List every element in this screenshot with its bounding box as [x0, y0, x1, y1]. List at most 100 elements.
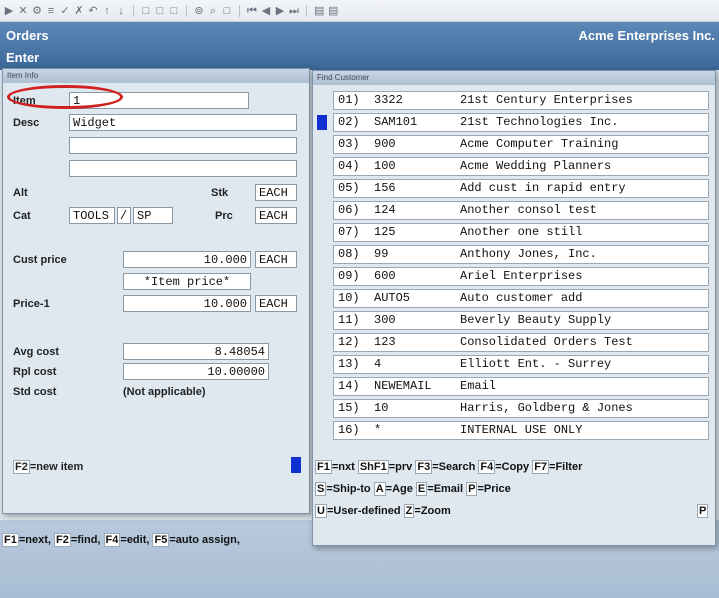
down-icon[interactable]: ↓ [116, 0, 126, 22]
customer-row-name: Email [460, 379, 497, 393]
customer-row[interactable]: 01) 3322 21st Century Enterprises [333, 91, 709, 110]
item-window-titlebar: Item Info [3, 69, 309, 83]
stk-input[interactable]: EACH [255, 184, 297, 201]
customer-row-code: AUTO5 [374, 291, 411, 305]
customer-row-name: Add cust in rapid entry [460, 181, 626, 195]
up-icon[interactable]: ↑ [102, 0, 112, 22]
key-a[interactable]: A [373, 482, 386, 496]
key-f5[interactable]: F5 [152, 533, 170, 547]
company-name: Acme Enterprises Inc. [578, 28, 715, 43]
first-icon[interactable]: ⏮ [247, 0, 257, 22]
play-icon[interactable]: ▶ [4, 0, 14, 22]
key-f1[interactable]: F1 [2, 533, 19, 547]
customer-row-number: 15) [338, 401, 360, 415]
customer-row-name: 21st Technologies Inc. [460, 115, 619, 129]
customer-row-name: INTERNAL USE ONLY [460, 423, 583, 437]
gear-icon[interactable]: ⚙ [32, 0, 42, 22]
square-icon[interactable]: □ [141, 0, 151, 22]
customer-row[interactable]: 15) 10 Harris, Goldberg & Jones [333, 399, 709, 418]
cat-input[interactable]: TOOLS [69, 207, 115, 224]
customer-row-code: 100 [374, 159, 396, 173]
customer-row-number: 14) [338, 379, 360, 393]
binoculars-icon[interactable]: ⊚ [194, 0, 204, 22]
item-input[interactable]: 1 [69, 92, 249, 109]
customer-row-code: 600 [374, 269, 396, 283]
customer-row-number: 16) [338, 423, 360, 437]
key-z[interactable]: Z [403, 504, 415, 518]
customer-row-number: 12) [338, 335, 360, 349]
customer-row[interactable]: 05) 156 Add cust in rapid entry [333, 179, 709, 198]
corner-key-label[interactable]: P [697, 504, 709, 518]
key-f4[interactable]: F4 [103, 533, 121, 547]
key-f1[interactable]: F1 [315, 460, 332, 474]
price1-input[interactable]: 10.000 [123, 295, 251, 312]
close-icon[interactable]: ✕ [18, 0, 28, 22]
customer-row-number: 03) [338, 137, 360, 151]
cat-sub-input[interactable]: SP [133, 207, 173, 224]
undo-icon[interactable]: ↶ [88, 0, 98, 22]
key-f7[interactable]: F7 [532, 460, 550, 474]
customer-row-number: 08) [338, 247, 360, 261]
square-icon[interactable]: □ [155, 0, 165, 22]
cust-price-input[interactable]: 10.000 [123, 251, 251, 268]
page-icon[interactable]: ▤ [328, 0, 338, 22]
customer-keys-line2: S =Ship-to A =Age E =Email P =Price [315, 482, 511, 496]
app-header: Orders Enter Acme Enterprises Inc. [0, 22, 719, 70]
customer-row[interactable]: 07) 125 Another one still [333, 223, 709, 242]
key-p[interactable]: P [466, 482, 478, 496]
customer-row-code: 124 [374, 203, 396, 217]
customer-row[interactable]: 13) 4 Elliott Ent. - Surrey [333, 355, 709, 374]
customer-keys-line3: U =User-defined Z =Zoom [315, 504, 451, 518]
customer-row[interactable]: 09) 600 Ariel Enterprises [333, 267, 709, 286]
customer-row[interactable]: 16) * INTERNAL USE ONLY [333, 421, 709, 440]
key-u[interactable]: U [315, 504, 327, 518]
customer-row[interactable]: 02) SAM101 21st Technologies Inc. [333, 113, 709, 132]
key-f4[interactable]: F4 [478, 460, 496, 474]
desc-input-1[interactable]: Widget [69, 114, 297, 131]
corner-key[interactable]: P [697, 504, 709, 518]
key-hint-text: =Age [385, 483, 416, 495]
desc-input-3[interactable] [69, 160, 297, 177]
key-hint-text: =edit, [120, 534, 153, 546]
key-f3[interactable]: F3 [415, 460, 433, 474]
square-icon[interactable]: □ [169, 0, 179, 22]
desc-label: Desc [13, 117, 40, 129]
desc-input-2[interactable] [69, 137, 297, 154]
customer-row[interactable]: 12) 123 Consolidated Orders Test [333, 333, 709, 352]
customer-window-titlebar: Find Customer [313, 71, 715, 85]
page-icon[interactable]: ▤ [314, 0, 324, 22]
key-hint-text: =Ship-to [326, 483, 374, 495]
key-f2[interactable]: F2 [54, 533, 71, 547]
customer-row[interactable]: 03) 900 Acme Computer Training [333, 135, 709, 154]
customer-row[interactable]: 14) NEWEMAIL Email [333, 377, 709, 396]
key-shf1[interactable]: ShF1 [357, 460, 389, 474]
customer-row-name: Consolidated Orders Test [460, 335, 633, 349]
price1-uom[interactable]: EACH [255, 295, 297, 312]
prev-icon[interactable]: ◀ [261, 0, 271, 22]
cust-price-uom[interactable]: EACH [255, 251, 297, 268]
customer-row[interactable]: 04) 100 Acme Wedding Planners [333, 157, 709, 176]
key-e[interactable]: E [415, 482, 428, 496]
list-icon[interactable]: ≡ [46, 0, 56, 22]
rpl-cost-value: 10.00000 [123, 363, 269, 380]
key-s[interactable]: S [315, 482, 327, 496]
customer-row-number: 11) [338, 313, 360, 327]
customer-row[interactable]: 08) 99 Anthony Jones, Inc. [333, 245, 709, 264]
key-hint-text: =next, [18, 534, 54, 546]
key-hint-text: =Search [432, 461, 479, 473]
customer-row-name: 21st Century Enterprises [460, 93, 633, 107]
last-icon[interactable]: ⏭ [289, 0, 299, 22]
search-icon[interactable]: ⌕ [208, 0, 218, 22]
customer-row[interactable]: 11) 300 Beverly Beauty Supply [333, 311, 709, 330]
customer-row[interactable]: 10) AUTO5 Auto customer add [333, 289, 709, 308]
check-icon[interactable]: ✓ [60, 0, 70, 22]
x-icon[interactable]: ✗ [74, 0, 84, 22]
square-icon[interactable]: □ [222, 0, 232, 22]
f2-key[interactable]: F2 [13, 460, 30, 474]
customer-row-code: 10 [374, 401, 389, 415]
customer-row-name: Acme Wedding Planners [460, 159, 612, 173]
next-icon[interactable]: ▶ [275, 0, 285, 22]
customer-row[interactable]: 06) 124 Another consol test [333, 201, 709, 220]
prc-input[interactable]: EACH [255, 207, 297, 224]
customer-row-code: 123 [374, 335, 396, 349]
